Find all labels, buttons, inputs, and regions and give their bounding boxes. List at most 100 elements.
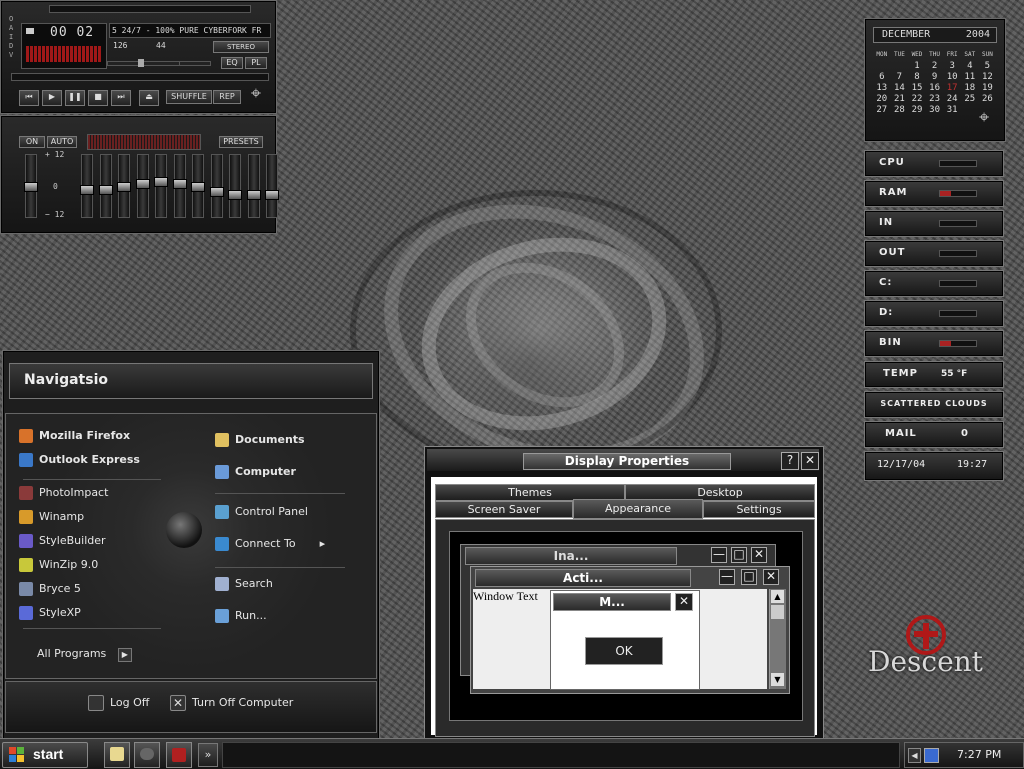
next-button[interactable]: ⏭ (111, 90, 131, 106)
eq-band-slider[interactable] (80, 154, 94, 218)
balance-slider[interactable] (179, 61, 211, 66)
eq-band-knob[interactable] (154, 177, 168, 187)
calendar-day[interactable]: 22 (908, 94, 926, 104)
recent-item[interactable]: StyleBuilder (19, 532, 106, 550)
calendar-day[interactable]: 8 (908, 72, 926, 82)
all-programs-button[interactable]: All Programs ▶ (37, 645, 132, 663)
right-item-run[interactable]: Run... (215, 607, 267, 625)
calendar-day[interactable]: 14 (891, 83, 909, 93)
tab-settings[interactable]: Settings (703, 501, 815, 518)
eq-band-knob[interactable] (117, 182, 131, 192)
eq-band-knob[interactable] (135, 179, 150, 189)
eq-band-knob[interactable] (98, 185, 113, 195)
calendar-day[interactable]: 1 (908, 61, 926, 71)
eq-band-slider[interactable] (228, 154, 242, 218)
eject-button[interactable]: ⏏ (139, 90, 159, 106)
calendar-day[interactable]: 20 (873, 94, 891, 104)
mail-widget[interactable]: MAIL 0 (864, 421, 1004, 448)
window-titlebar[interactable]: Display Properties ? ✕ (427, 449, 819, 471)
stop-button[interactable]: ■ (88, 90, 108, 106)
eq-band-slider[interactable] (135, 154, 150, 218)
recent-item[interactable]: Bryce 5 (19, 580, 81, 598)
quicklaunch-media[interactable] (166, 742, 192, 768)
eq-band-slider[interactable] (191, 154, 205, 218)
calendar-day[interactable]: 21 (891, 94, 909, 104)
calendar-day[interactable]: 7 (891, 72, 909, 82)
tab-screen-saver[interactable]: Screen Saver (435, 501, 573, 518)
quicklaunch-overflow-button[interactable]: » (198, 743, 218, 767)
right-item-documents[interactable]: Documents (215, 431, 305, 449)
presets-button[interactable]: PRESETS (219, 136, 263, 148)
eq-band-knob[interactable] (191, 182, 205, 192)
calendar-day[interactable]: 3 (943, 61, 961, 71)
eq-band-knob[interactable] (209, 187, 224, 197)
calendar-day[interactable]: 24 (943, 94, 961, 104)
eq-on-button[interactable]: ON (19, 136, 45, 148)
calendar-day[interactable]: 5 (979, 61, 997, 71)
eq-band-knob[interactable] (265, 190, 279, 200)
calendar-day[interactable]: 30 (926, 105, 944, 115)
eq-band-slider[interactable] (154, 154, 168, 218)
right-item-control-panel[interactable]: Control Panel (215, 503, 308, 521)
turn-off-button[interactable]: ✕ Turn Off Computer (170, 694, 293, 712)
eq-band-slider[interactable] (246, 154, 261, 218)
eq-band-slider[interactable] (117, 154, 131, 218)
right-item-connect-to[interactable]: Connect To ▸ (215, 535, 325, 553)
play-button[interactable]: ▶ (42, 90, 62, 106)
calendar-day[interactable]: 27 (873, 105, 891, 115)
quicklaunch-app[interactable] (134, 742, 160, 768)
recent-item[interactable]: PhotoImpact (19, 484, 108, 502)
previous-button[interactable]: ⏮ (19, 90, 39, 106)
help-button[interactable]: ? (781, 452, 799, 470)
eq-band-knob[interactable] (80, 185, 94, 195)
pause-button[interactable]: ❚❚ (65, 90, 85, 106)
preamp-knob[interactable] (24, 182, 38, 192)
pinned-item[interactable]: Outlook Express (19, 451, 140, 469)
calendar-day[interactable]: 6 (873, 72, 891, 82)
repeat-button[interactable]: REP (213, 90, 241, 104)
network-icon[interactable] (924, 748, 939, 763)
tab-appearance[interactable]: Appearance (573, 499, 703, 519)
calendar-day[interactable]: 23 (926, 94, 944, 104)
calendar-day[interactable]: 12 (979, 72, 997, 82)
clock[interactable]: 7:27 PM (957, 748, 1001, 761)
eq-band-slider[interactable] (98, 154, 113, 218)
eq-band-knob[interactable] (246, 190, 261, 200)
eq-band-slider[interactable] (209, 154, 224, 218)
calendar-day[interactable]: 10 (943, 72, 961, 82)
eq-band-slider[interactable] (172, 154, 187, 218)
start-button[interactable]: start (2, 742, 88, 768)
calendar-day[interactable]: 28 (891, 105, 909, 115)
calendar-day[interactable]: 9 (926, 72, 944, 82)
shuffle-button[interactable]: SHUFFLE (166, 90, 212, 104)
playlist-toggle-button[interactable]: PL (245, 57, 267, 69)
calendar-day[interactable]: 31 (943, 105, 961, 115)
volume-thumb[interactable] (138, 59, 144, 67)
calendar-day[interactable]: 25 (961, 94, 979, 104)
right-item-search[interactable]: Search (215, 575, 273, 593)
right-item-computer[interactable]: Computer (215, 463, 296, 481)
close-button[interactable]: ✕ (801, 452, 819, 470)
calendar-day[interactable]: 2 (926, 61, 944, 71)
eq-toggle-button[interactable]: EQ (221, 57, 243, 69)
calendar-day[interactable]: 4 (961, 61, 979, 71)
recent-item[interactable]: WinZip 9.0 (19, 556, 98, 574)
calendar-day[interactable]: 18 (961, 83, 979, 93)
eq-band-slider[interactable] (265, 154, 279, 218)
calendar-day[interactable]: 26 (979, 94, 997, 104)
winamp-titlebar[interactable] (49, 5, 251, 13)
eq-band-knob[interactable] (172, 179, 187, 189)
seek-bar[interactable] (11, 73, 269, 81)
calendar-day[interactable]: 16 (926, 83, 944, 93)
log-off-button[interactable]: Log Off (88, 694, 149, 712)
recent-item[interactable]: StyleXP (19, 604, 81, 622)
calendar-day[interactable]: 15 (908, 83, 926, 93)
tray-expand-icon[interactable]: ◀ (908, 748, 921, 763)
calendar-day[interactable]: 29 (908, 105, 926, 115)
preamp-slider[interactable] (24, 154, 38, 218)
eq-auto-button[interactable]: AUTO (47, 136, 77, 148)
eq-band-knob[interactable] (228, 190, 242, 200)
pinned-item[interactable]: Mozilla Firefox (19, 427, 130, 445)
calendar-day[interactable]: 19 (979, 83, 997, 93)
calendar-day[interactable]: 17 (943, 83, 961, 93)
